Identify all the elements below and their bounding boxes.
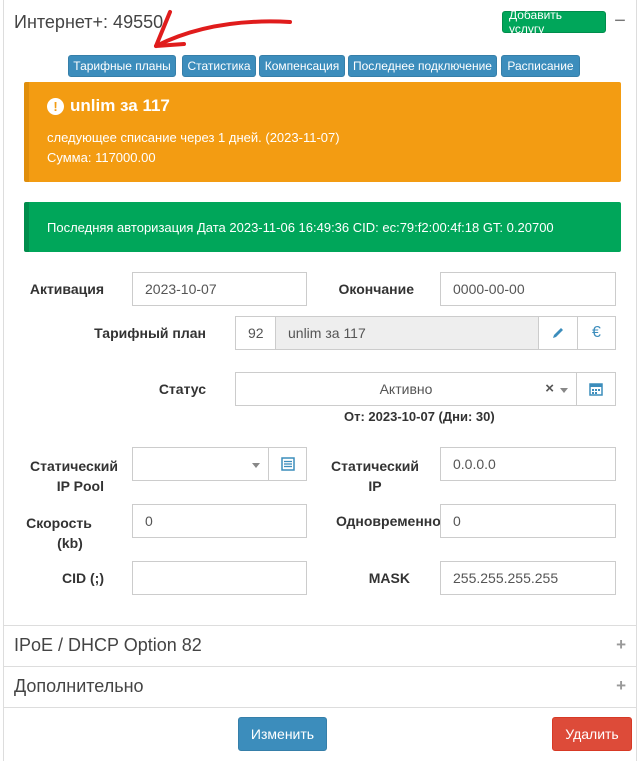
static-ip-pool-label: Статический IP Pool (30, 458, 118, 494)
speed-input[interactable]: 0 (132, 504, 307, 538)
status-select[interactable]: Активно × (235, 372, 577, 406)
section-ipoe-dhcp[interactable]: IPoE / DHCP Option 82 + (4, 625, 636, 665)
end-date-input[interactable]: 0000-00-00 (440, 272, 616, 306)
simultaneous-input[interactable]: 0 (440, 504, 616, 538)
service-panel: Интернет+: 49550 Добавить услугу − Тариф… (3, 0, 637, 761)
plus-icon[interactable]: + (616, 635, 626, 655)
alert-title: unlim за 117 (70, 96, 170, 115)
annotation-arrow (154, 10, 292, 48)
panel-title: Интернет+: 49550 (14, 12, 164, 32)
chevron-down-icon (252, 463, 260, 468)
calendar-icon[interactable] (576, 372, 616, 406)
activation-date-input[interactable]: 2023-10-07 (132, 272, 307, 306)
section-ipoe-title: IPoE / DHCP Option 82 (14, 635, 202, 655)
edit-button[interactable]: Изменить (238, 717, 327, 751)
simultaneous-label: Одновременно (336, 513, 441, 529)
mask-label: MASK (368, 570, 410, 586)
chevron-down-icon (560, 388, 568, 393)
list-icon[interactable] (268, 447, 307, 481)
cid-input[interactable] (132, 561, 307, 595)
status-label: Статус (158, 381, 206, 397)
static-ip-input[interactable]: 0.0.0.0 (440, 447, 616, 481)
status-selected-value: Активно (379, 381, 433, 397)
tab-statistics[interactable]: Статистика (182, 55, 256, 77)
tab-schedule[interactable]: Расписание (501, 55, 580, 77)
activation-label: Активация (29, 281, 104, 297)
tab-last-connection[interactable]: Последнее подключение (348, 55, 497, 77)
footer-divider (4, 707, 636, 708)
tab-compensation[interactable]: Компенсация (259, 55, 345, 77)
plus-icon[interactable]: + (616, 676, 626, 696)
next-charge-text: следующее списание через 1 дней. (2023-1… (47, 130, 340, 145)
section-additional[interactable]: Дополнительно + (4, 666, 636, 706)
tariff-plan-label: Тарифный план (94, 325, 206, 341)
speed-label: Скорость (kb) (26, 515, 92, 551)
tab-tariff-plans[interactable]: Тарифные планы (68, 55, 176, 77)
minus-icon[interactable]: − (612, 11, 628, 32)
status-since-text: От: 2023-10-07 (Дни: 30) (344, 409, 495, 424)
pencil-icon[interactable] (538, 316, 578, 350)
section-additional-title: Дополнительно (14, 676, 144, 696)
tariff-warning-alert: ! unlim за 117 следующее списание через … (24, 82, 621, 182)
delete-button[interactable]: Удалить (552, 717, 632, 751)
static-ip-pool-select[interactable] (132, 447, 269, 481)
clear-icon[interactable]: × (545, 380, 554, 397)
cid-label: CID (;) (62, 570, 104, 586)
exclamation-circle-icon: ! (47, 97, 64, 115)
end-label: Окончание (338, 281, 414, 297)
mask-input[interactable]: 255.255.255.255 (440, 561, 616, 595)
charge-amount-text: Сумма: 117000.00 (47, 150, 156, 165)
tariff-id-field: 92 (235, 316, 276, 350)
last-auth-alert: Последняя авторизация Дата 2023-11-06 16… (24, 202, 621, 252)
static-ip-label: Статический IP (331, 458, 419, 494)
tariff-name-field: unlim за 117 (275, 316, 539, 350)
euro-icon[interactable]: € (577, 316, 616, 350)
add-service-button[interactable]: Добавить услугу (502, 8, 606, 36)
